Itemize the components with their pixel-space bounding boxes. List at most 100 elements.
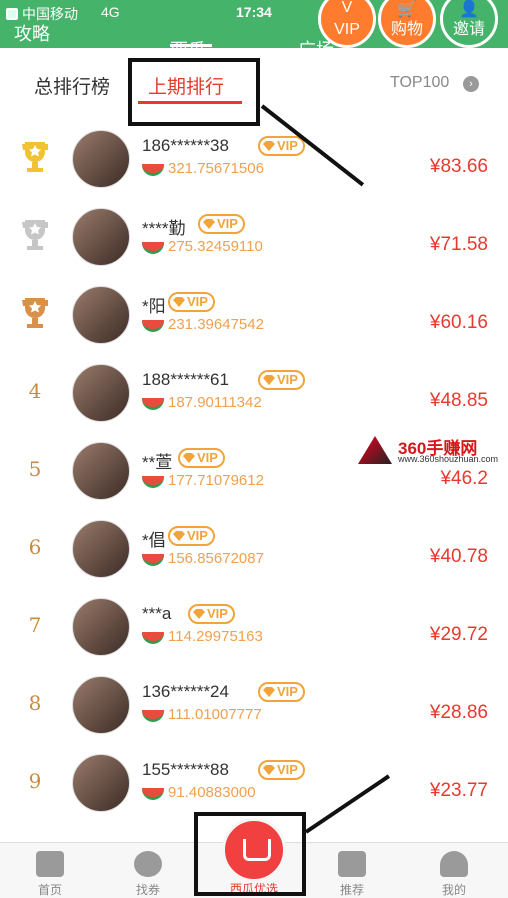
avatar [72, 754, 130, 812]
trophy-icon [20, 296, 50, 330]
nav-mine-label: 我的 [441, 883, 466, 897]
watermark-logo-icon [358, 436, 392, 464]
vip-badge-label: VIP [277, 372, 298, 387]
list-icon [338, 851, 366, 877]
score-value: 177.71079612 [168, 472, 264, 489]
watermelon-icon [142, 320, 164, 332]
score-value: 321.75671506 [168, 160, 264, 177]
nav-recommend[interactable]: 推荐 [302, 843, 402, 898]
highlight-box [128, 58, 260, 126]
score-value: 231.39647542 [168, 316, 264, 333]
diamond-icon [173, 297, 185, 307]
nav-coupons-label: 找券 [135, 883, 160, 897]
vip-badge: VIP [178, 448, 225, 468]
diamond-icon [263, 765, 275, 775]
watermelon-icon [142, 398, 164, 410]
score-value: 156.85672087 [168, 550, 264, 567]
rank-number: 7 [28, 613, 42, 637]
signal-icon [6, 8, 18, 20]
vip-badge-label: VIP [277, 684, 298, 699]
nav-coupons[interactable]: 找券 [98, 843, 198, 898]
rank-number: 8 [28, 691, 42, 715]
trophy-icon [20, 140, 50, 174]
rank-number: 6 [28, 535, 42, 559]
user-name: ****勤 [142, 219, 186, 238]
user-name: **萱 [142, 453, 173, 472]
watermelon-icon [142, 242, 164, 254]
diamond-icon [263, 141, 275, 151]
amount-value: ¥60.16 [429, 312, 488, 333]
vip-badge: VIP [198, 214, 245, 234]
score-value: 111.01007777 [168, 706, 262, 723]
tab-total-ranking[interactable]: 总排行榜 [34, 72, 110, 99]
avatar [72, 130, 130, 188]
user-name: 136******24 [142, 682, 229, 701]
amount-value: ¥83.66 [429, 156, 488, 177]
vip-badge-label: VIP [197, 450, 218, 465]
invite-button[interactable]: 👤 邀请 [440, 0, 498, 48]
diamond-icon [263, 687, 275, 697]
watermark: 360手赚网 www.360shouzhuan.com [358, 436, 508, 466]
user-name: 186******38 [142, 136, 229, 155]
vip-badge: VIP [258, 370, 305, 390]
score-value: 91.40883000 [168, 784, 256, 801]
home-icon [36, 851, 64, 877]
amount-value: ¥46.2 [440, 468, 488, 489]
amount-value: ¥40.78 [429, 546, 488, 567]
coupon-icon [134, 851, 162, 877]
table-row[interactable]: 7 ***a VIP 114.29975163 ¥29.72 [0, 586, 508, 664]
vip-badge-label: VIP [187, 528, 208, 543]
chevron-right-icon[interactable]: › [463, 76, 479, 92]
nav-home[interactable]: 首页 [0, 843, 100, 898]
avatar [72, 286, 130, 344]
table-row[interactable]: 186******38 VIP 321.75671506 ¥83.66 [0, 118, 508, 196]
watermelon-icon [142, 788, 164, 800]
amount-value: ¥29.72 [429, 624, 488, 645]
vip-badge-label: VIP [187, 294, 208, 309]
score-value: 275.32459110 [168, 238, 263, 255]
rank-number: 9 [28, 769, 42, 793]
avatar [72, 676, 130, 734]
amount-value: ¥71.58 [429, 234, 488, 255]
user-name: *阳 [142, 297, 166, 316]
vip-badge: VIP [168, 292, 215, 312]
table-row[interactable]: 4 188******61 VIP 187.90111342 ¥48.85 [0, 352, 508, 430]
shop-button[interactable]: 🛒 购物 [378, 0, 436, 48]
top-app-bar: 中国移动 4G 17:34 攻略 西瓜 广场 V VIP 🛒 购物 👤 邀请 [0, 0, 508, 48]
watermelon-icon [142, 632, 164, 644]
user-name: *倡 [142, 531, 166, 550]
vip-icon: V [341, 0, 353, 16]
vip-badge: VIP [188, 604, 235, 624]
amount-value: ¥28.86 [429, 702, 488, 723]
avatar [72, 598, 130, 656]
user-name: ***a [142, 604, 172, 623]
vip-badge: VIP [258, 760, 305, 780]
amount-value: ¥23.77 [429, 780, 488, 801]
top100-link[interactable]: TOP100 [390, 74, 449, 92]
table-row[interactable]: *阳 VIP 231.39647542 ¥60.16 [0, 274, 508, 352]
watermelon-icon [142, 710, 164, 722]
trophy-icon [20, 218, 50, 252]
highlight-box-bottom [194, 812, 306, 896]
vip-badge: VIP [258, 682, 305, 702]
vip-badge: VIP [168, 526, 215, 546]
table-row[interactable]: 8 136******24 VIP 111.01007777 ¥28.86 [0, 664, 508, 742]
user-icon [440, 851, 468, 877]
diamond-icon [193, 609, 205, 619]
table-row[interactable]: ****勤 VIP 275.32459110 ¥71.58 [0, 196, 508, 274]
nav-recommend-label: 推荐 [339, 883, 364, 897]
avatar [72, 442, 130, 500]
vip-button-label: VIP [334, 21, 360, 38]
shop-button-label: 购物 [390, 21, 423, 38]
clock-text: 17:34 [236, 4, 272, 20]
guide-link[interactable]: 攻略 [14, 20, 50, 46]
watermelon-icon [142, 554, 164, 566]
diamond-icon [203, 219, 215, 229]
vip-badge-label: VIP [217, 216, 238, 231]
avatar [72, 208, 130, 266]
table-row[interactable]: 6 *倡 VIP 156.85672087 ¥40.78 [0, 508, 508, 586]
nav-mine[interactable]: 我的 [404, 843, 504, 898]
vip-badge-label: VIP [207, 606, 228, 621]
table-row[interactable]: 9 155******88 VIP 91.40883000 ¥23.77 [0, 742, 508, 820]
network-text: 4G [101, 4, 120, 20]
